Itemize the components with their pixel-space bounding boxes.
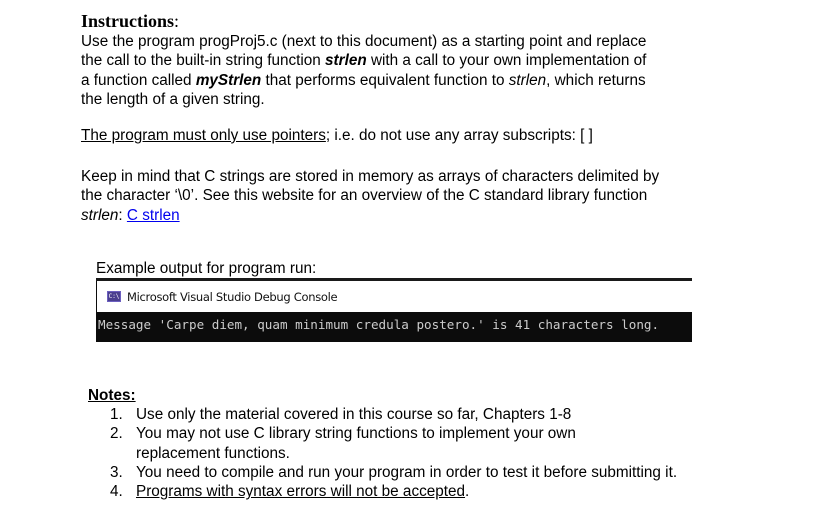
paragraph-line: The program must only use pointers; i.e.…: [81, 126, 593, 145]
note-item: 3. You need to compile and run your prog…: [88, 463, 677, 482]
notes-heading: Notes:: [88, 387, 136, 404]
instructions-heading-text: Instructions: [81, 11, 175, 31]
note-text-underlined: Programs with syntax errors will not be …: [136, 483, 466, 501]
note-number: 4.: [110, 483, 123, 501]
c-strlen-link[interactable]: C strlen: [127, 207, 180, 224]
strlen-italic: strlen: [81, 206, 119, 224]
text-run: the call to the built-in string function: [81, 52, 326, 70]
heading-colon: :: [174, 11, 180, 31]
paragraph-line: a function called myStrlen that performs…: [81, 71, 646, 90]
paragraph-line: Use the program progProj5.c (next to thi…: [81, 33, 647, 50]
strlen-emphasis: strlen: [325, 52, 367, 70]
pointer-requirement: The program must only use pointers; i.e.…: [81, 126, 593, 145]
paragraph-line: the call to the built-in string function…: [81, 51, 646, 70]
paragraph-line: Keep in mind that C strings are stored i…: [81, 168, 660, 185]
text-run: ; i.e. do not use any array subscripts: …: [325, 127, 593, 144]
note-item: 2. You may not use C library string func…: [88, 424, 677, 463]
example-output-label: Example output for program run:: [96, 260, 317, 277]
instructions-paragraph: Use the program progProj5.c (next to thi…: [81, 32, 646, 109]
note-number: 1.: [110, 406, 123, 423]
note-text: You need to compile and run your program…: [136, 463, 678, 481]
note-number: 2.: [110, 425, 123, 443]
console-title: Microsoft Visual Studio Debug Console: [127, 289, 338, 304]
text-run: a function called: [81, 71, 196, 89]
note-item: 4. Programs with syntax errors will not …: [88, 482, 677, 501]
note-text: .: [465, 483, 470, 501]
text-run: that performs equivalent function to: [261, 71, 509, 89]
note-text-continued: replacement functions.: [136, 444, 290, 462]
console-titlebar: C:\ Microsoft Visual Studio Debug Consol…: [97, 281, 692, 312]
pointer-requirement-underlined: The program must only use pointers: [81, 127, 326, 144]
paragraph-line: the length of a given string.: [81, 90, 265, 108]
notes-list: 1. Use only the material covered in this…: [88, 405, 677, 501]
debug-console-screenshot: C:\ Microsoft Visual Studio Debug Consol…: [96, 278, 692, 342]
note-text: You may not use C library string functio…: [136, 425, 576, 443]
strings-note-paragraph: Keep in mind that C strings are stored i…: [81, 167, 659, 225]
instructions-heading: Instructions:: [81, 10, 179, 32]
strlen-italic: strlen: [508, 71, 547, 89]
note-text: Use only the material covered in this co…: [136, 406, 572, 423]
mystrlen-emphasis: myStrlen: [195, 71, 262, 89]
paragraph-line: strlen: C strlen: [81, 206, 659, 225]
text-run: with a call to your own implementation o…: [366, 52, 647, 70]
text-run: , which returns: [546, 71, 646, 89]
note-number: 3.: [110, 463, 123, 481]
note-item: 1. Use only the material covered in this…: [88, 405, 677, 424]
text-run: :: [118, 206, 127, 224]
console-app-icon: C:\: [107, 291, 121, 302]
paragraph-line: the character ‘\0’. See this website for…: [81, 187, 648, 205]
console-output: Message 'Carpe diem, quam minimum credul…: [98, 317, 660, 332]
